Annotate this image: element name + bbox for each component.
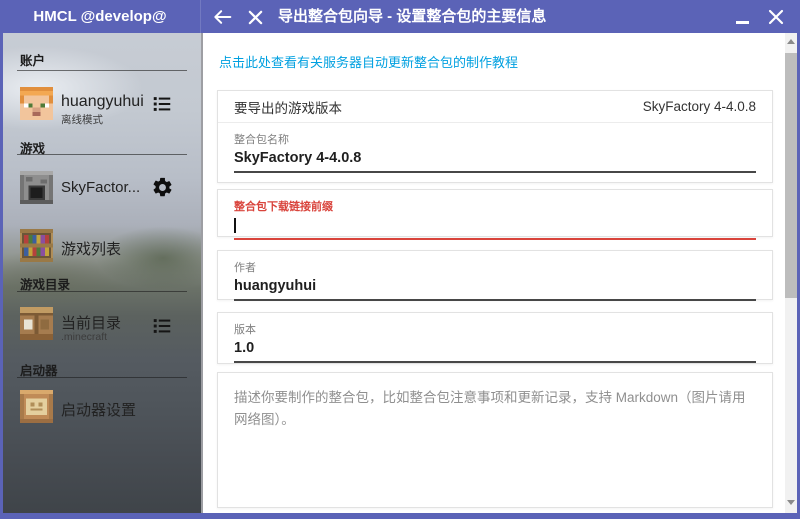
modpack-info-card: 要导出的游戏版本 SkyFactory 4-4.0.8 整合包名称 SkyFac… xyxy=(217,90,773,183)
modpack-name-field[interactable]: 整合包名称 SkyFactory 4-4.0.8 xyxy=(218,123,772,173)
title-bar: HMCL @develop@ 导出整合包向导 - 设置整合包的主要信息 xyxy=(0,0,800,33)
directory-list-icon[interactable] xyxy=(151,315,175,339)
account-mode: 离线模式 xyxy=(61,112,103,127)
sidebar-item-game-list[interactable]: 游戏列表 xyxy=(3,228,201,266)
modpack-version-field[interactable]: 版本 1.0 xyxy=(218,313,772,363)
main-content: 点击此处查看有关服务器自动更新整合包的制作教程 要导出的游戏版本 SkyFact… xyxy=(203,33,785,513)
window-border-left xyxy=(0,33,3,519)
sidebar-item-account[interactable]: huangyuhui 离线模式 xyxy=(3,85,201,125)
current-directory-path: .minecraft xyxy=(61,331,107,343)
divider xyxy=(17,70,187,71)
wizard-back-button[interactable] xyxy=(210,5,234,29)
scroll-down-icon[interactable] xyxy=(787,500,795,505)
description-textarea[interactable]: 描述你要制作的整合包，比如整合包注意事项和更新记录，支持 Markdown（图片… xyxy=(218,373,772,444)
author-field[interactable]: 作者 huangyuhui xyxy=(218,251,772,301)
sidebar-item-current-game[interactable]: SkyFactor... xyxy=(3,170,201,208)
close-icon xyxy=(248,10,263,25)
author-card: 作者 huangyuhui xyxy=(217,250,773,300)
command-block-icon xyxy=(20,390,53,423)
modpack-version-label: 版本 xyxy=(234,321,756,337)
tutorial-link[interactable]: 点击此处查看有关服务器自动更新整合包的制作教程 xyxy=(219,52,518,71)
gear-icon[interactable] xyxy=(151,176,175,200)
modpack-name-input[interactable]: SkyFactory 4-4.0.8 xyxy=(234,147,756,173)
divider xyxy=(17,377,187,378)
bookshelf-icon xyxy=(20,229,53,262)
download-url-input[interactable] xyxy=(234,214,756,240)
author-label: 作者 xyxy=(234,259,756,275)
current-game-label: SkyFactor... xyxy=(61,179,140,196)
vertical-scrollbar[interactable] xyxy=(785,33,797,513)
modpack-version-input[interactable]: 1.0 xyxy=(234,337,756,363)
app-title: HMCL @develop@ xyxy=(0,0,201,33)
download-url-field[interactable]: 整合包下载链接前缀 xyxy=(218,190,772,240)
account-list-icon[interactable] xyxy=(151,93,175,117)
game-version-label: 要导出的游戏版本 xyxy=(234,97,342,117)
current-directory-label: 当前目录 xyxy=(61,312,121,333)
download-url-label: 整合包下载链接前缀 xyxy=(234,198,756,214)
download-url-card: 整合包下载链接前缀 xyxy=(217,189,773,237)
game-version-value: SkyFactory 4-4.0.8 xyxy=(643,99,756,114)
minimize-icon xyxy=(736,21,749,24)
modpack-version-card: 版本 1.0 xyxy=(217,312,773,364)
sidebar-item-current-directory[interactable]: 当前目录 .minecraft xyxy=(3,306,201,346)
furnace-icon xyxy=(20,171,53,204)
game-list-label: 游戏列表 xyxy=(61,238,121,259)
close-icon xyxy=(768,9,784,25)
window-border-bottom xyxy=(0,513,800,519)
account-name: huangyuhui xyxy=(61,93,144,111)
author-input[interactable]: huangyuhui xyxy=(234,275,756,301)
section-header-account: 账户 xyxy=(20,50,45,69)
sidebar-item-launcher-settings[interactable]: 启动器设置 xyxy=(3,389,201,427)
scroll-up-icon[interactable] xyxy=(787,39,795,44)
description-card: 描述你要制作的整合包，比如整合包注意事项和更新记录，支持 Markdown（图片… xyxy=(217,372,773,508)
game-version-row: 要导出的游戏版本 SkyFactory 4-4.0.8 xyxy=(218,91,772,123)
launcher-settings-label: 启动器设置 xyxy=(61,399,136,420)
window-minimize-button[interactable] xyxy=(730,5,754,29)
divider xyxy=(17,154,187,155)
text-caret xyxy=(234,218,236,233)
window-close-button[interactable] xyxy=(764,5,788,29)
modpack-name-label: 整合包名称 xyxy=(234,131,756,147)
back-arrow-icon xyxy=(212,9,232,25)
scrollbar-thumb[interactable] xyxy=(785,53,797,298)
divider xyxy=(201,33,203,513)
sidebar: 账户 huangyuhui 离线模式 xyxy=(3,33,201,513)
divider xyxy=(17,291,187,292)
wizard-close-button[interactable] xyxy=(243,5,267,29)
page-title: 导出整合包向导 - 设置整合包的主要信息 xyxy=(278,0,546,33)
avatar xyxy=(20,87,53,120)
crafting-table-icon xyxy=(20,307,53,340)
